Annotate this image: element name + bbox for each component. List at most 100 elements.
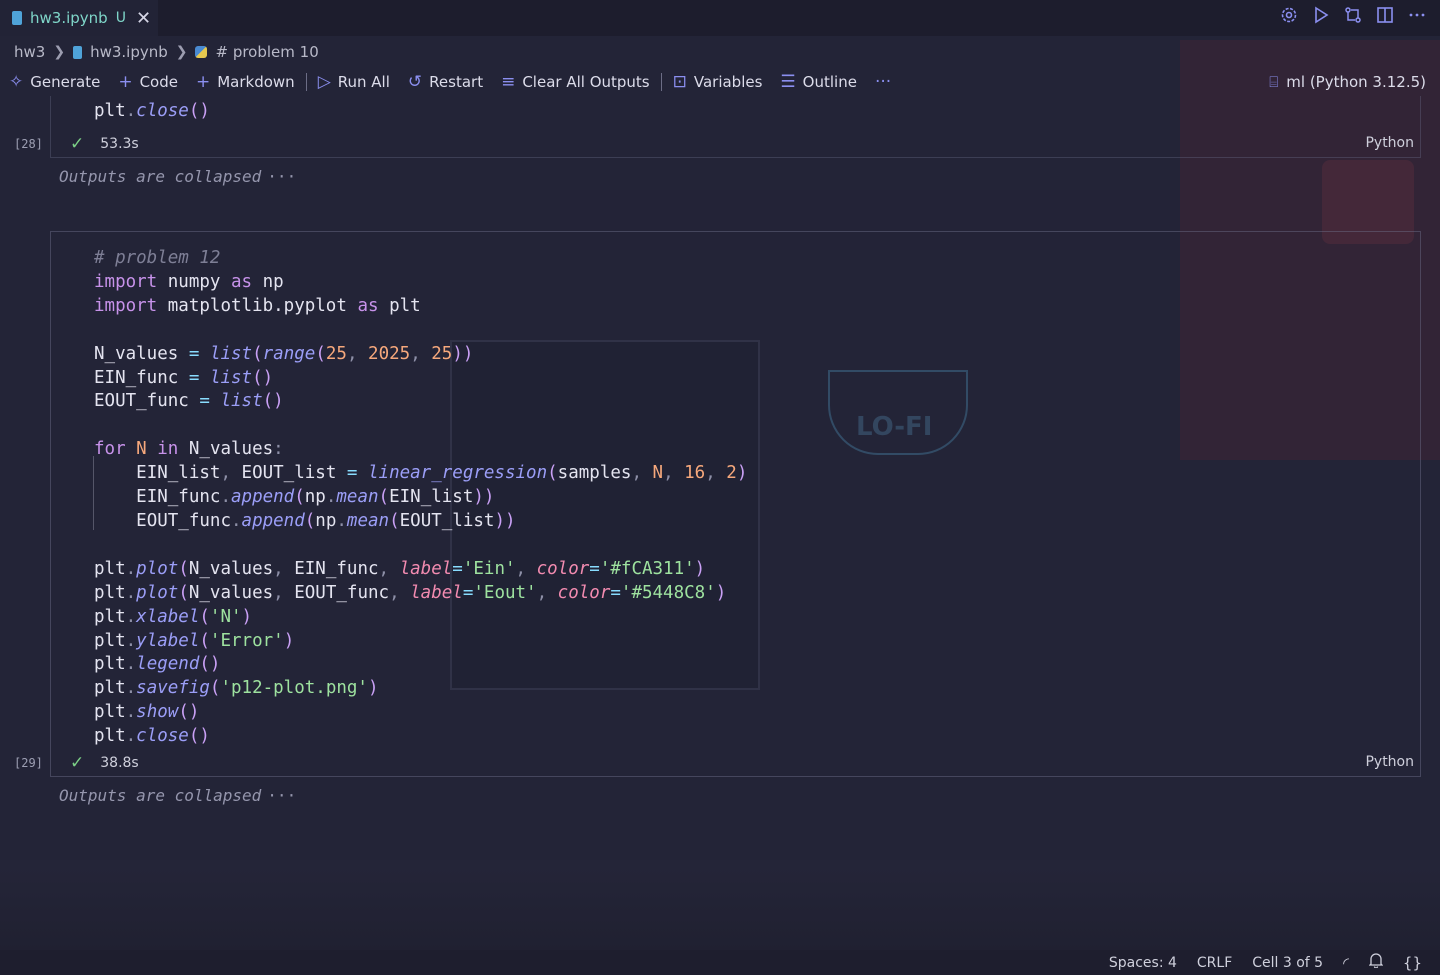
notifications-bell-icon[interactable]: [1368, 953, 1384, 972]
code-token: EIN_func: [294, 558, 379, 579]
kernel-picker[interactable]: ⌸ ml (Python 3.12.5): [1269, 68, 1426, 96]
settings-gear-icon[interactable]: [1280, 6, 1298, 24]
tab-filename: hw3.ipynb: [30, 9, 108, 27]
code-token: =: [199, 391, 210, 412]
generate-button[interactable]: ✧ Generate: [0, 68, 109, 96]
code-token: plt: [94, 678, 126, 699]
code-token: plt: [94, 726, 126, 747]
run-all-button[interactable]: ▷ Run All: [309, 68, 399, 96]
variables-label: Variables: [693, 73, 763, 91]
close-tab-icon[interactable]: ✕: [136, 8, 151, 29]
more-actions-icon[interactable]: [1408, 6, 1426, 24]
code-token: plot: [136, 558, 179, 579]
editor-tab[interactable]: hw3.ipynb U ✕: [0, 0, 158, 36]
expand-outputs-icon[interactable]: ···: [267, 167, 296, 186]
code-cell[interactable]: # problem 12 import numpy as np import m…: [50, 231, 1421, 777]
cell-language[interactable]: Python: [1365, 135, 1414, 151]
tab-bar: hw3.ipynb U ✕: [0, 0, 1440, 36]
execution-count: [28]: [14, 137, 43, 151]
code-token: xlabel: [136, 606, 200, 627]
cell-position-status[interactable]: Cell 3 of 5: [1252, 955, 1323, 971]
code-token: 2025: [368, 343, 411, 364]
toolbar-divider: [660, 73, 662, 91]
code-label: Code: [139, 73, 178, 91]
collapsed-outputs[interactable]: Outputs are collapsed ···: [59, 167, 296, 186]
braces-icon[interactable]: {}: [1403, 954, 1422, 972]
python-icon: [195, 46, 208, 58]
code-token: EIN_func: [136, 487, 221, 508]
kernel-icon: ⌸: [1269, 73, 1279, 91]
clear-all-outputs-button[interactable]: ≡ Clear All Outputs: [492, 68, 659, 96]
outline-label: Outline: [802, 73, 857, 91]
compare-changes-icon[interactable]: [1344, 6, 1362, 24]
toolbar-divider: [305, 73, 307, 91]
code-token: np: [304, 487, 326, 508]
untracked-badge: U: [115, 10, 126, 26]
cell-status: ✓ 38.8s: [70, 753, 139, 773]
breadcrumb-file[interactable]: hw3.ipynb: [90, 43, 168, 61]
code-token: plt: [94, 582, 126, 603]
code-token: color: [557, 582, 611, 603]
code-token: close: [136, 101, 189, 121]
code-token: 25: [325, 343, 347, 364]
code-token: N_values: [188, 582, 274, 603]
collapsed-outputs[interactable]: Outputs are collapsed ···: [59, 786, 296, 805]
outline-button[interactable]: ☰ Outline: [771, 68, 866, 96]
code-token: label: [399, 558, 453, 579]
generate-label: Generate: [30, 73, 101, 91]
code-token: list: [220, 391, 263, 412]
variables-icon: ⊡: [672, 72, 687, 92]
code-token: np: [262, 271, 284, 292]
code-token: ylabel: [136, 630, 200, 651]
code-token: '#fCA311': [599, 558, 695, 579]
code-token: samples: [557, 463, 632, 484]
code-token: 'Error': [209, 630, 284, 651]
sparkle-icon: ✧: [9, 72, 24, 92]
execution-count: [29]: [14, 756, 43, 770]
breadcrumb: hw3 ❯ hw3.ipynb ❯ # problem 10: [14, 42, 319, 62]
restart-button[interactable]: ↺ Restart: [399, 68, 492, 96]
code-token: savefig: [136, 678, 210, 699]
indentation-status[interactable]: Spaces: 4: [1109, 955, 1177, 971]
code-token: 'N': [209, 606, 242, 627]
code-token: mean: [346, 510, 390, 531]
code-cell[interactable]: plt.close(): [50, 96, 1421, 158]
split-editor-icon[interactable]: [1376, 6, 1394, 24]
code-token: import: [94, 295, 158, 316]
plus-icon: +: [195, 72, 211, 92]
add-markdown-cell-button[interactable]: + Markdown: [187, 68, 304, 96]
code-token: EIN_list: [136, 463, 221, 484]
code-token: EIN_func: [94, 367, 179, 388]
variables-button[interactable]: ⊡ Variables: [664, 68, 772, 96]
status-bar: Spaces: 4 CRLF Cell 3 of 5 ◜ {}: [0, 950, 1440, 975]
code-token: plt: [94, 101, 126, 121]
code-token: append: [241, 510, 305, 531]
breadcrumb-folder[interactable]: hw3: [14, 43, 45, 61]
code-token: append: [231, 487, 295, 508]
add-code-cell-button[interactable]: + Code: [109, 68, 187, 96]
indent-guide: [93, 456, 94, 530]
execution-duration: 38.8s: [100, 755, 139, 771]
code-token: list: [209, 367, 253, 388]
breadcrumb-section[interactable]: # problem 10: [215, 43, 318, 61]
cell-status: ✓ 53.3s: [70, 134, 139, 154]
run-all-icon: ▷: [317, 72, 331, 92]
code-token: EOUT_func: [94, 391, 189, 412]
more-actions-icon: ···: [874, 72, 892, 92]
success-check-icon: ✓: [70, 134, 85, 154]
cell-code[interactable]: plt.close(): [94, 100, 210, 124]
expand-outputs-icon[interactable]: ···: [267, 786, 296, 805]
code-token: EOUT_list: [399, 510, 495, 531]
line-ending-status[interactable]: CRLF: [1197, 955, 1232, 971]
cell-language[interactable]: Python: [1365, 754, 1414, 770]
code-comment: # problem 12: [94, 248, 221, 268]
code-token: plt: [94, 654, 126, 675]
clear-outputs-icon: ≡: [501, 72, 516, 92]
toolbar-more-button[interactable]: ···: [866, 68, 900, 96]
code-token: import: [94, 271, 158, 292]
run-play-icon[interactable]: [1312, 6, 1330, 24]
cell-code[interactable]: # problem 12 import numpy as np import m…: [94, 247, 747, 749]
code-token: np: [315, 510, 337, 531]
run-all-label: Run All: [337, 73, 390, 91]
chevron-right-icon: ❯: [53, 44, 66, 60]
